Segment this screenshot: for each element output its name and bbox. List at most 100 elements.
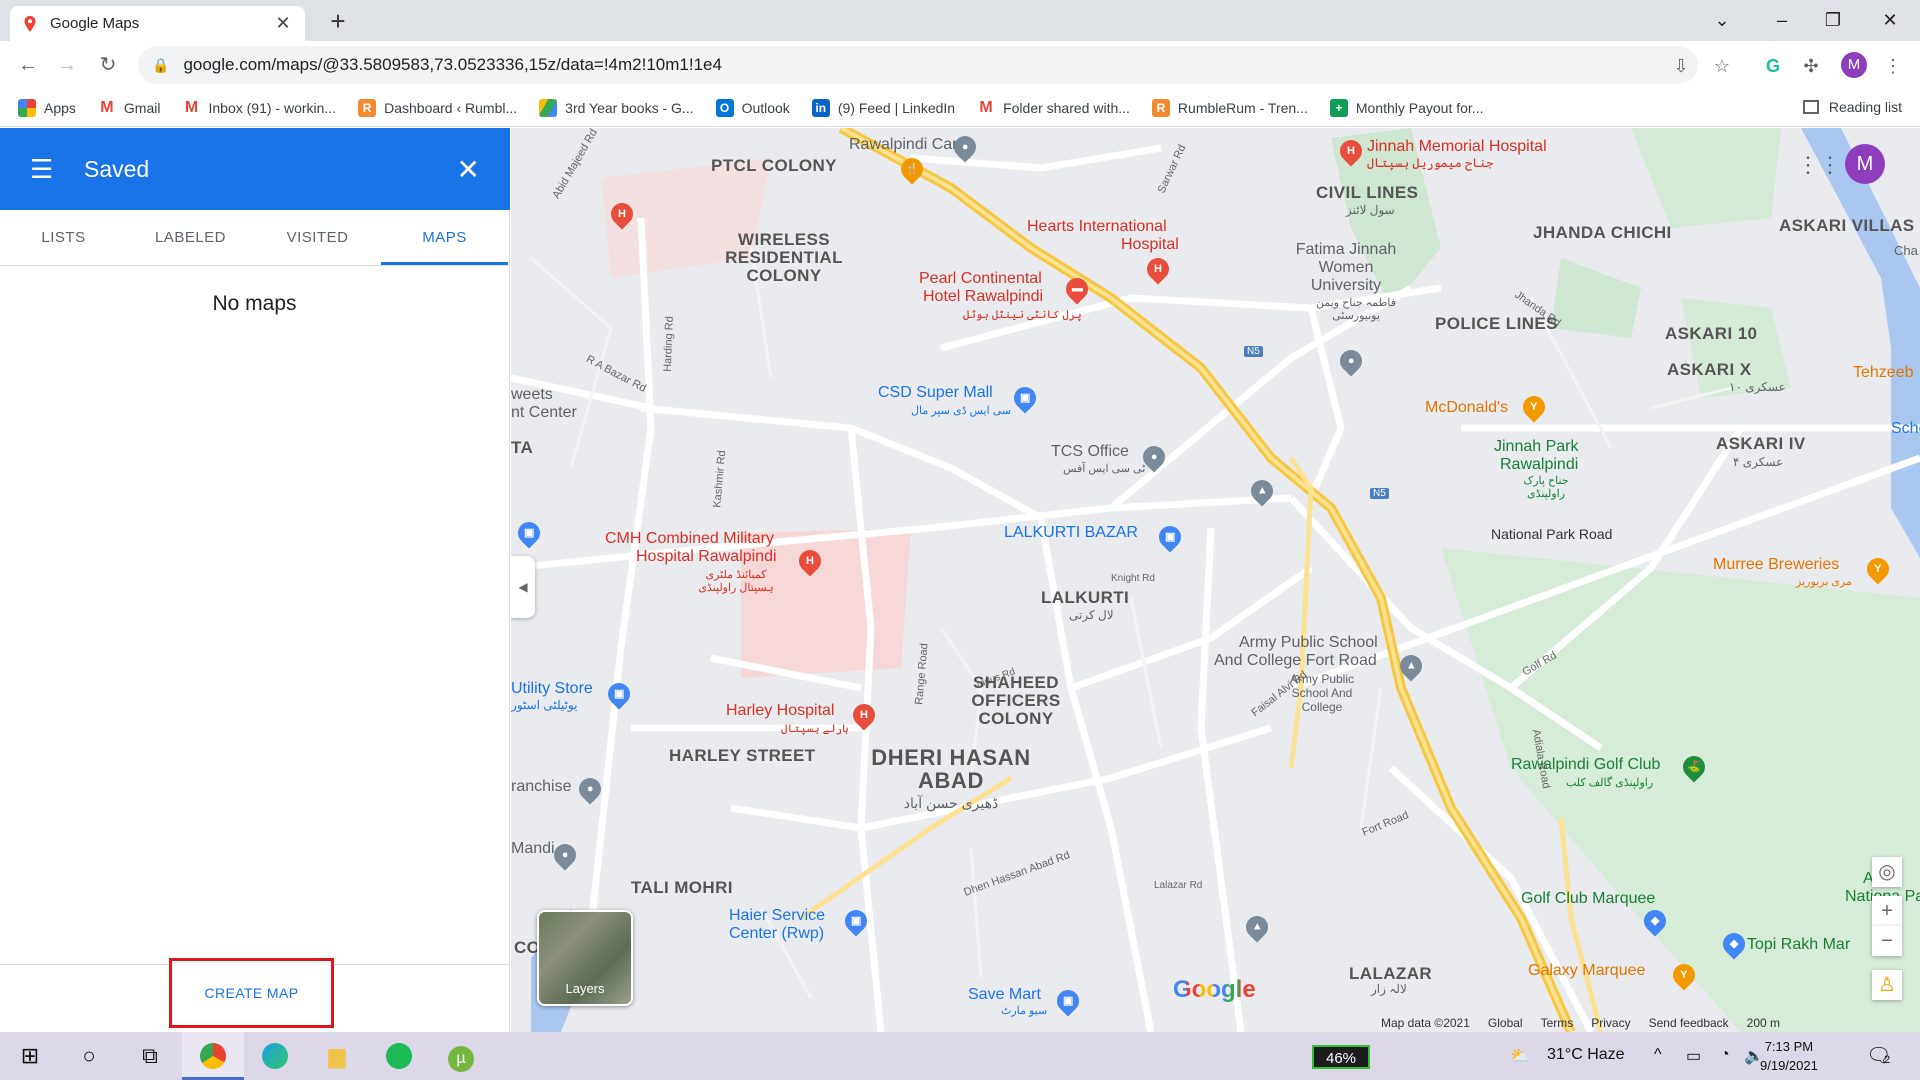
poi-label[interactable]: Pearl Continental <box>919 270 1042 288</box>
poi-label[interactable]: Murree Breweries <box>1713 556 1839 574</box>
tab-lists[interactable]: LISTS <box>0 210 127 265</box>
reading-list-button[interactable]: Reading list <box>1802 99 1902 115</box>
battery-indicator[interactable]: 46% <box>1312 1045 1370 1069</box>
utorrent-icon[interactable]: µ <box>445 1040 477 1072</box>
tray-overflow-chevron-icon[interactable]: ^ <box>1654 1046 1662 1064</box>
poi-label-urdu: سیو مارٹ <box>1001 1005 1048 1017</box>
poi-label[interactable]: Hearts International <box>1027 218 1167 236</box>
zoom-in-button[interactable]: + <box>1872 896 1902 926</box>
bookmark-gmail[interactable]: M Gmail <box>98 99 160 117</box>
account-avatar[interactable]: M <box>1845 144 1885 184</box>
new-tab-button[interactable]: + <box>324 8 352 34</box>
poi-label[interactable]: Hotel Rawalpindi <box>923 288 1043 306</box>
bookmark-inbox[interactable]: M Inbox (91) - workin... <box>182 99 336 117</box>
poi-label[interactable]: CMH Combined Military <box>605 530 774 548</box>
collapse-panel-button[interactable]: ◀ <box>511 556 535 618</box>
file-explorer-icon[interactable]: ▆ <box>321 1040 353 1072</box>
pegman-icon[interactable]: ♙ <box>1872 970 1902 1000</box>
poi-label[interactable]: Topi Rakh Mar <box>1747 936 1850 954</box>
poi-label[interactable]: TCS Office <box>1051 443 1129 461</box>
poi-label-urdu: کمبائنڈ ملٹری ہسپتال راولپنڈی <box>698 569 774 594</box>
poi-label[interactable]: ranchise <box>511 778 571 796</box>
weather-text[interactable]: 31°C Haze <box>1547 1046 1625 1064</box>
poi-label[interactable]: Tehzeeb <box>1853 364 1914 382</box>
url-text[interactable]: google.com/maps/@33.5809583,73.0523336,1… <box>183 55 722 75</box>
restore-icon[interactable]: ❐ <box>1813 6 1853 34</box>
terms-link[interactable]: Terms <box>1541 1016 1574 1032</box>
back-arrow-icon[interactable]: ← <box>14 51 42 79</box>
poi-label[interactable]: Hospital <box>1121 236 1179 254</box>
poi-label[interactable]: Save Mart <box>968 986 1041 1004</box>
battery-tray-icon[interactable]: ▭ <box>1686 1046 1701 1066</box>
poi-label[interactable]: Fatima Jinnah Women University <box>1291 241 1401 295</box>
linkedin-icon: in <box>811 98 830 117</box>
poi-label[interactable]: And College Fort Road <box>1214 652 1377 670</box>
wifi-icon[interactable]: ◔ <box>1720 1046 1730 1064</box>
chrome-icon[interactable] <box>197 1040 229 1072</box>
poi-label[interactable]: Center (Rwp) <box>729 925 824 943</box>
task-view-icon[interactable]: ⧉ <box>134 1040 166 1072</box>
edge-icon[interactable] <box>259 1040 291 1072</box>
poi-label[interactable]: Harley Hospital <box>726 702 834 720</box>
tab-visited[interactable]: VISITED <box>254 210 381 265</box>
poi-label[interactable]: Army Public School <box>1239 634 1378 652</box>
install-app-icon[interactable]: ⇩ <box>1668 53 1694 79</box>
tab-labeled[interactable]: LABELED <box>127 210 254 265</box>
windows-start-icon[interactable]: ⊞ <box>14 1040 46 1072</box>
poi-label[interactable]: Galaxy Marquee <box>1528 962 1645 980</box>
close-window-icon[interactable]: ✕ <box>1870 6 1910 34</box>
search-circle-icon[interactable]: ○ <box>73 1040 105 1072</box>
bookmark-folder-shared[interactable]: M Folder shared with... <box>977 99 1130 117</box>
bookmark-monthly-payout[interactable]: + Monthly Payout for... <box>1329 98 1483 117</box>
close-tab-icon[interactable]: ✕ <box>273 13 293 34</box>
map-canvas[interactable]: PTCL COLONY Rawalpindi Cantt ● H Jinnah … <box>511 128 1920 1032</box>
browser-tab[interactable]: Google Maps ✕ <box>10 6 305 41</box>
bookmark-linkedin[interactable]: in (9) Feed | LinkedIn <box>811 98 955 117</box>
grammarly-extension-icon[interactable]: G <box>1760 53 1786 79</box>
layers-button[interactable]: Layers <box>537 910 633 1006</box>
reload-icon[interactable]: ↻ <box>94 51 122 79</box>
spotify-icon[interactable] <box>383 1040 415 1072</box>
global-link[interactable]: Global <box>1488 1016 1523 1032</box>
bookmark-outlook[interactable]: O Outlook <box>715 98 790 117</box>
park-label[interactable]: Jinnah Park <box>1494 438 1579 456</box>
minimize-icon[interactable]: – <box>1762 6 1802 34</box>
bookmark-rumblerum[interactable]: R RumbleRum - Tren... <box>1151 98 1308 117</box>
tab-maps[interactable]: MAPS <box>381 210 508 265</box>
privacy-link[interactable]: Privacy <box>1591 1016 1630 1032</box>
poi-label[interactable]: McDonald's <box>1425 399 1508 417</box>
poi-label[interactable]: Mandi <box>511 840 555 858</box>
poi-label[interactable]: Rawalpindi Golf Club <box>1511 756 1660 774</box>
bookmark-3rd-year-books[interactable]: 3rd Year books - G... <box>539 98 694 117</box>
send-feedback-link[interactable]: Send feedback <box>1649 1016 1729 1032</box>
poi-label[interactable]: Utility Store <box>511 680 593 698</box>
chrome-menu-icon[interactable]: ⋮ <box>1880 53 1906 79</box>
poi-label[interactable]: Rawalpindi Cantt <box>849 136 970 154</box>
poi-label[interactable]: CSD Super Mall <box>878 384 993 402</box>
poi-label[interactable]: Haier Service <box>729 907 825 925</box>
zoom-out-button[interactable]: − <box>1872 926 1902 956</box>
my-location-icon[interactable]: ◎ <box>1872 857 1902 887</box>
area-label[interactable]: LALKURTI BAZAR <box>1004 524 1138 542</box>
poi-label[interactable]: Jinnah Memorial Hospital <box>1367 138 1547 156</box>
close-panel-icon[interactable]: ✕ <box>457 153 480 186</box>
lock-icon[interactable]: 🔒 <box>152 57 169 74</box>
poi-label[interactable]: Hospital Rawalpindi <box>636 548 777 566</box>
poi-label[interactable]: Golf Club Marquee <box>1521 890 1655 908</box>
hamburger-menu-icon[interactable]: ☰ <box>30 154 60 185</box>
poi-label[interactable]: nt Center <box>511 404 577 422</box>
extensions-puzzle-icon[interactable]: ✣ <box>1798 53 1824 79</box>
tab-search-icon[interactable]: ⌄ <box>1702 6 1742 34</box>
weather-icon[interactable]: ⛅ <box>1510 1046 1530 1066</box>
park-label[interactable]: Rawalpindi <box>1500 456 1578 474</box>
system-clock[interactable]: 7:13 PM 9/19/2021 <box>1760 1037 1818 1075</box>
create-map-button[interactable]: CREATE MAP <box>169 958 334 1028</box>
forward-arrow-icon[interactable]: → <box>53 51 81 79</box>
bookmark-apps[interactable]: Apps <box>18 98 76 117</box>
profile-avatar[interactable]: M <box>1841 52 1867 78</box>
poi-label[interactable]: weets <box>511 386 553 404</box>
address-bar[interactable]: 🔒 google.com/maps/@33.5809583,73.0523336… <box>138 46 1698 84</box>
bookmark-star-icon[interactable]: ☆ <box>1709 53 1735 79</box>
scale-bar[interactable]: 200 m <box>1747 1016 1780 1032</box>
bookmark-dashboard[interactable]: R Dashboard ‹ Rumbl... <box>358 98 517 117</box>
